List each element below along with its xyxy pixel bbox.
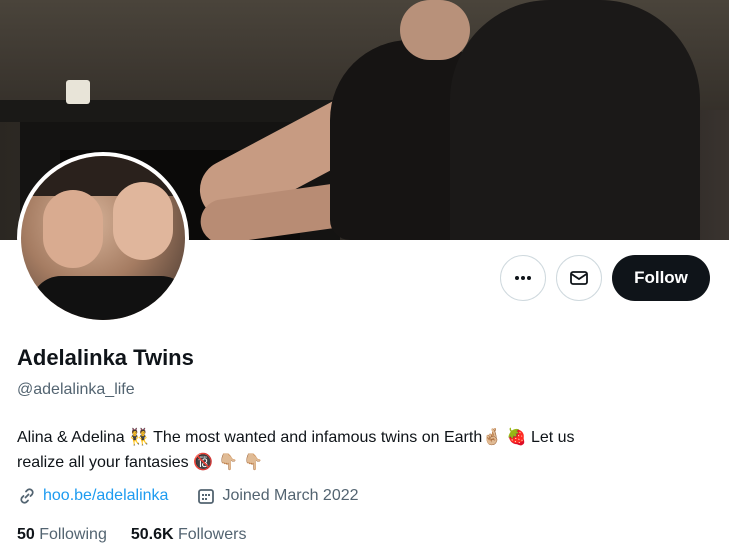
joined-date: Joined March 2022 <box>222 487 359 504</box>
bio-emoji-fingers: 🤞🏼 <box>482 427 503 446</box>
calendar-icon <box>198 489 215 504</box>
envelope-icon <box>570 271 588 285</box>
link-icon <box>20 488 34 504</box>
profile-meta: hoo.be/adelalinka Joined March 2022 <box>17 486 359 506</box>
bio-text-2: The most wanted and infamous twins on Ea… <box>149 429 483 446</box>
followers-stat[interactable]: 50.6K Followers <box>131 526 247 544</box>
profile-actions: Follow <box>500 255 710 301</box>
bio-text-4: realize all your fantasies <box>17 454 194 471</box>
follow-button[interactable]: Follow <box>612 255 710 301</box>
profile-bio: Alina & Adelina 👯 The most wanted and in… <box>17 425 707 475</box>
bio-emoji-point: 👇🏼 👇🏼 <box>213 452 264 471</box>
profile-link[interactable]: hoo.be/adelalinka <box>43 487 168 505</box>
avatar-clothing <box>31 276 185 320</box>
bio-emoji-18: 🔞 <box>193 452 214 471</box>
avatar[interactable] <box>17 152 189 324</box>
more-horizontal-icon <box>515 276 531 280</box>
avatar-face-left <box>43 190 103 268</box>
message-button[interactable] <box>556 255 602 301</box>
following-stat[interactable]: 50 Following <box>17 526 107 544</box>
bio-text-3: Let us <box>526 429 575 446</box>
profile-stats: 50 Following 50.6K Followers <box>17 526 246 544</box>
banner-candle <box>66 80 90 104</box>
more-button[interactable] <box>500 255 546 301</box>
bio-emoji-twins: 👯 <box>129 427 149 446</box>
followers-count: 50.6K <box>130 526 174 543</box>
bio-text-1: Alina & Adelina <box>17 429 130 446</box>
banner-figure-right <box>450 0 700 240</box>
followers-label: Followers <box>178 526 247 543</box>
banner-figure-head <box>400 0 470 60</box>
following-label: Following <box>39 526 107 543</box>
display-name: Adelalinka Twins <box>17 345 194 370</box>
avatar-face-right <box>113 182 173 260</box>
following-count: 50 <box>17 526 35 543</box>
user-handle: @adelalinka_life <box>17 381 135 398</box>
bio-emoji-strawberry: 🍓 <box>506 427 527 446</box>
